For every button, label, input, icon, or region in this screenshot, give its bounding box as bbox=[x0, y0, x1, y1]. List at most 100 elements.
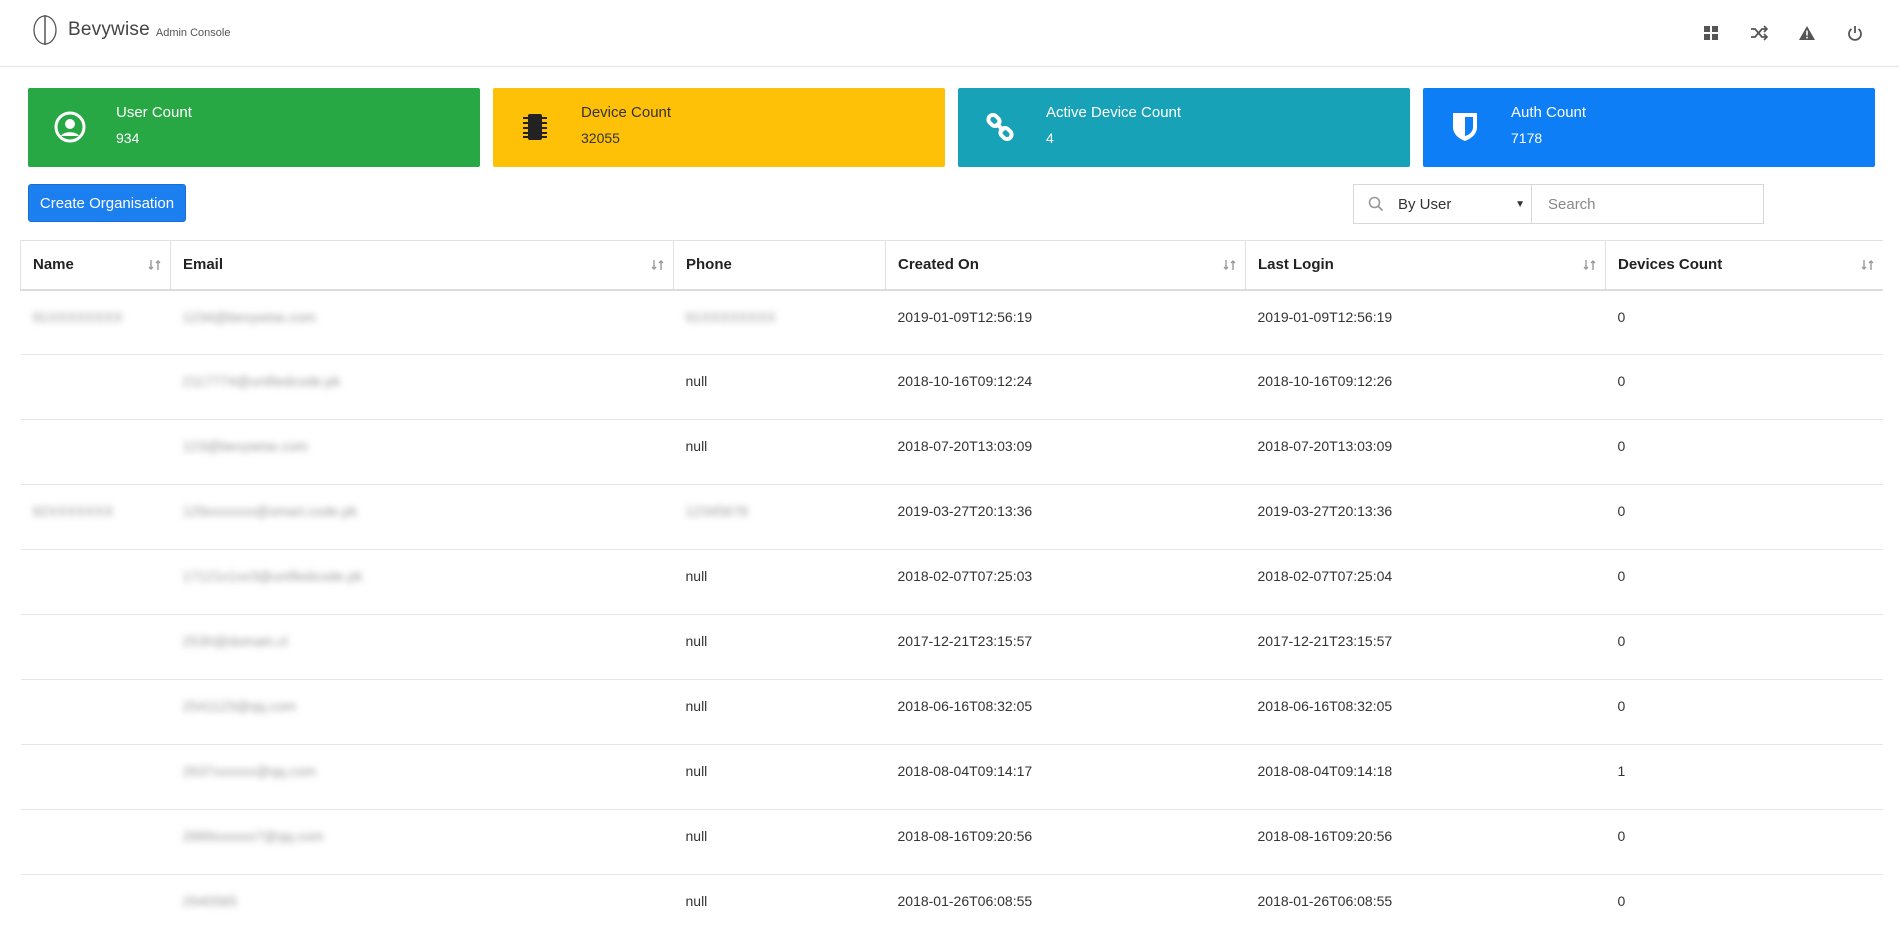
table-row[interactable]: 2530@domain.cl null 2017-12-21T23:15:57 201… bbox=[20, 614, 1883, 680]
cell-last-login: 2018-08-04T09:14:18 bbox=[1245, 744, 1606, 810]
card-label: Active Device Count bbox=[1046, 104, 1182, 121]
cell-email: 2889xxxxxx7@qq.com bbox=[170, 809, 674, 875]
cell-name bbox=[20, 679, 171, 745]
cell-email: 2637xxxxxx@qq.com bbox=[170, 744, 674, 810]
cell-devices-count: 0 bbox=[1605, 809, 1883, 875]
column-header-phone: Phone bbox=[673, 240, 886, 291]
cell-last-login: 2018-06-16T08:32:05 bbox=[1245, 679, 1606, 745]
cell-devices-count: 1 bbox=[1605, 744, 1883, 810]
table-row[interactable]: 2889xxxxxx7@qq.com null 2018-08-16T09:20:5… bbox=[20, 809, 1883, 875]
cell-email: 2541123@qq.com bbox=[170, 679, 674, 745]
stat-cards: User Count 934 Device Count 32055 Active… bbox=[28, 88, 1875, 167]
alert-icon[interactable] bbox=[1783, 20, 1831, 46]
grid-icon[interactable] bbox=[1687, 20, 1735, 46]
header-actions bbox=[1687, 20, 1879, 46]
card-user-count[interactable]: User Count 934 bbox=[28, 88, 480, 167]
cell-email: 1234@bevywise.com bbox=[170, 289, 674, 355]
table-row[interactable]: 2940565 null 2018-01-26T06:08:55 2018-01-26… bbox=[20, 874, 1883, 927]
cell-last-login: 2018-07-20T13:03:09 bbox=[1245, 419, 1606, 485]
sort-icon[interactable] bbox=[1223, 259, 1237, 271]
cell-devices-count: 0 bbox=[1605, 679, 1883, 745]
search-icon bbox=[1354, 185, 1398, 223]
cell-created-on: 2018-06-16T08:32:05 bbox=[885, 679, 1246, 745]
card-auth-count[interactable]: Auth Count 7178 bbox=[1423, 88, 1875, 167]
card-label: Auth Count bbox=[1511, 104, 1587, 121]
table-row[interactable]: 91XXXXXXXX 1234@bevywise.com 91XXXXXXXX 201… bbox=[20, 289, 1883, 355]
cell-name bbox=[20, 549, 171, 615]
cell-created-on: 2018-08-04T09:14:17 bbox=[885, 744, 1246, 810]
table-row[interactable]: 123@bevywise.com null 2018-07-20T13:03:09 2… bbox=[20, 419, 1883, 485]
table-row[interactable]: 92XXXXXXX 129xxxxxxx@smart.code.pk 1234567… bbox=[20, 484, 1883, 550]
sort-icon[interactable] bbox=[1583, 259, 1597, 271]
cell-phone: null bbox=[673, 744, 886, 810]
create-organisation-button[interactable]: Create Organisation bbox=[28, 184, 186, 222]
table-row[interactable]: 2637xxxxxx@qq.com null 2018-08-04T09:14:17… bbox=[20, 744, 1883, 810]
column-header-name[interactable]: Name bbox=[20, 240, 171, 291]
cell-email: 2117774@unifiedcode.pk bbox=[170, 354, 674, 420]
cell-last-login: 2018-01-26T06:08:55 bbox=[1245, 874, 1606, 927]
column-header-devices-count[interactable]: Devices Count bbox=[1605, 240, 1883, 291]
users-table: Name Email Phone Created On Last Login D… bbox=[20, 240, 1883, 927]
cell-created-on: 2018-01-26T06:08:55 bbox=[885, 874, 1246, 927]
power-icon[interactable] bbox=[1831, 20, 1879, 46]
cell-created-on: 2018-07-20T13:03:09 bbox=[885, 419, 1246, 485]
top-bar: Bevywise Admin Console bbox=[0, 0, 1899, 67]
brand-name: Bevywise bbox=[68, 19, 150, 40]
table-row[interactable]: 17121x1xx3@unifiedcode.pk null 2018-02-07T… bbox=[20, 549, 1883, 615]
cell-devices-count: 0 bbox=[1605, 354, 1883, 420]
chip-icon bbox=[517, 109, 553, 145]
cell-name bbox=[20, 744, 171, 810]
cell-phone: null bbox=[673, 549, 886, 615]
sort-icon[interactable] bbox=[651, 259, 665, 271]
cell-phone: null bbox=[673, 809, 886, 875]
shuffle-icon[interactable] bbox=[1735, 20, 1783, 46]
card-device-count[interactable]: Device Count 32055 bbox=[493, 88, 945, 167]
cell-last-login: 2017-12-21T23:15:57 bbox=[1245, 614, 1606, 680]
cell-devices-count: 0 bbox=[1605, 874, 1883, 927]
cell-phone: null bbox=[673, 354, 886, 420]
brand[interactable]: Bevywise Admin Console bbox=[32, 14, 230, 46]
users-table-container: Name Email Phone Created On Last Login D… bbox=[20, 240, 1883, 927]
cell-phone: 91XXXXXXXX bbox=[673, 289, 886, 355]
cell-email: 2530@domain.cl bbox=[170, 614, 674, 680]
cell-name bbox=[20, 874, 171, 927]
cell-phone: 12345678 bbox=[673, 484, 886, 550]
cell-last-login: 2018-02-07T07:25:04 bbox=[1245, 549, 1606, 615]
search-input[interactable] bbox=[1532, 185, 1763, 223]
shield-icon bbox=[1447, 109, 1483, 145]
cell-phone: null bbox=[673, 874, 886, 927]
card-label: Device Count bbox=[581, 104, 672, 121]
cell-last-login: 2019-01-09T12:56:19 bbox=[1245, 289, 1606, 355]
cell-email: 17121x1xx3@unifiedcode.pk bbox=[170, 549, 674, 615]
cell-devices-count: 0 bbox=[1605, 614, 1883, 680]
table-row[interactable]: 2541123@qq.com null 2018-06-16T08:32:05 201… bbox=[20, 679, 1883, 745]
caret-down-icon: ▼ bbox=[1515, 198, 1525, 210]
cell-devices-count: 0 bbox=[1605, 419, 1883, 485]
cell-devices-count: 0 bbox=[1605, 549, 1883, 615]
card-active-device-count[interactable]: Active Device Count 4 bbox=[958, 88, 1410, 167]
cell-devices-count: 0 bbox=[1605, 484, 1883, 550]
table-header-row: Name Email Phone Created On Last Login D… bbox=[20, 240, 1883, 291]
cell-phone: null bbox=[673, 419, 886, 485]
cell-name bbox=[20, 809, 171, 875]
cell-name bbox=[20, 354, 171, 420]
column-header-created-on[interactable]: Created On bbox=[885, 240, 1246, 291]
cell-name: 91XXXXXXXX bbox=[20, 289, 171, 355]
cell-email: 129xxxxxxx@smart.code.pk bbox=[170, 484, 674, 550]
cell-devices-count: 0 bbox=[1605, 289, 1883, 355]
cell-name bbox=[20, 419, 171, 485]
column-header-email[interactable]: Email bbox=[170, 240, 674, 291]
sort-icon[interactable] bbox=[1861, 259, 1875, 271]
table-row[interactable]: 2117774@unifiedcode.pk null 2018-10-16T09:… bbox=[20, 354, 1883, 420]
column-header-last-login[interactable]: Last Login bbox=[1245, 240, 1606, 291]
sort-icon[interactable] bbox=[148, 259, 162, 271]
cell-last-login: 2019-03-27T20:13:36 bbox=[1245, 484, 1606, 550]
cell-last-login: 2018-08-16T09:20:56 bbox=[1245, 809, 1606, 875]
filter-type-select[interactable]: By User ▼ bbox=[1398, 185, 1532, 223]
link-icon bbox=[982, 109, 1018, 145]
table-body: 91XXXXXXXX 1234@bevywise.com 91XXXXXXXX 201… bbox=[20, 289, 1883, 927]
cell-phone: null bbox=[673, 679, 886, 745]
card-value: 32055 bbox=[581, 130, 620, 146]
brand-subtitle: Admin Console bbox=[155, 27, 231, 39]
card-value: 4 bbox=[1046, 130, 1054, 146]
